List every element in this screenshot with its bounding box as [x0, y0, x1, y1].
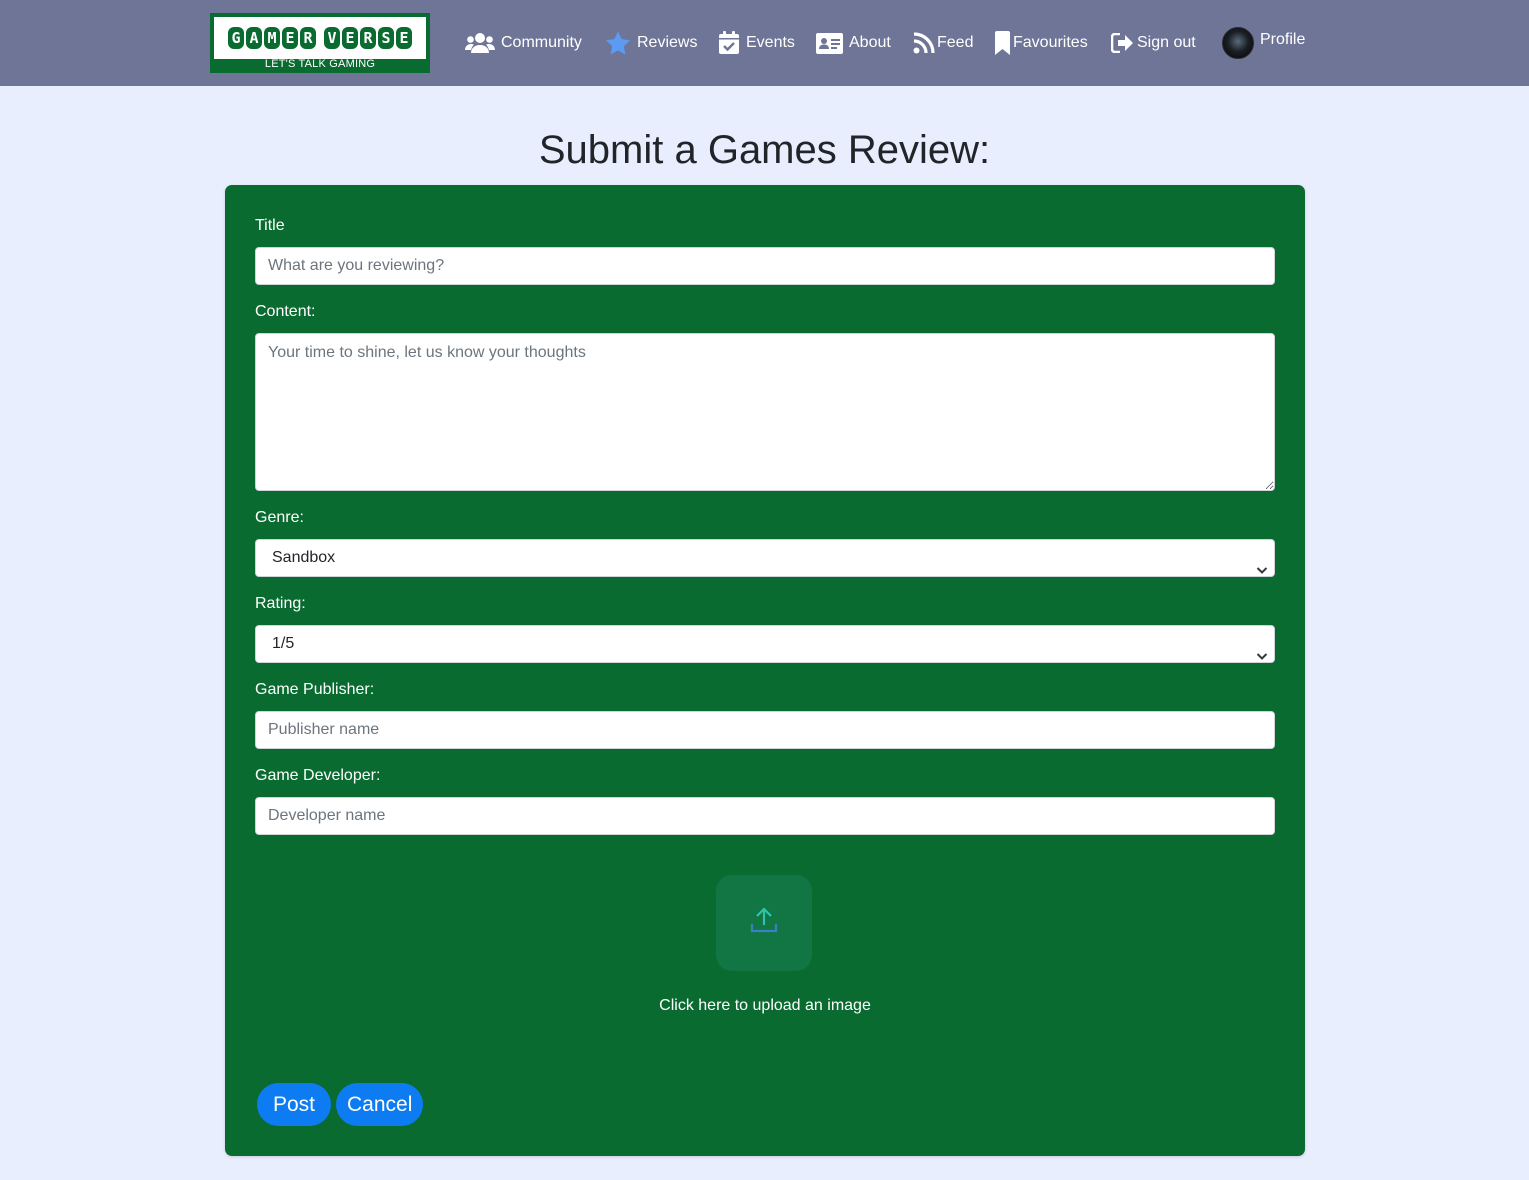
rating-label: Rating: — [255, 595, 306, 612]
review-form: Title Content: Genre: Sandbox Rating: 1/… — [225, 185, 1305, 1156]
nav-about-link[interactable]: About — [816, 28, 891, 58]
nav-favourites-label: Favourites — [1013, 34, 1088, 51]
logo-letter: E — [342, 27, 358, 49]
nav-favourites-link[interactable]: Favourites — [994, 28, 1088, 58]
logo-letter: M — [264, 27, 280, 49]
users-icon — [465, 32, 495, 54]
calendar-check-icon — [718, 31, 740, 55]
logo-letter: E — [396, 27, 412, 49]
logo-letter: S — [378, 27, 394, 49]
developer-input[interactable] — [255, 797, 1275, 835]
content-label: Content: — [255, 303, 316, 320]
chevron-down-icon — [1256, 639, 1268, 675]
nav-reviews-label: Reviews — [637, 34, 698, 51]
upload-icon — [749, 906, 779, 941]
genre-label: Genre: — [255, 509, 304, 526]
logo-letter: R — [360, 27, 376, 49]
star-icon — [605, 31, 631, 55]
nav-feed-link[interactable]: Feed — [913, 28, 973, 58]
logo-tagline: LET'S TALK GAMING — [264, 58, 376, 70]
page-title: Submit a Games Review: — [538, 128, 991, 172]
nav-community-label: Community — [501, 34, 582, 51]
upload-label[interactable]: Click here to upload an image — [225, 997, 1305, 1015]
logo-letter: E — [282, 27, 298, 49]
chevron-down-icon — [1256, 553, 1268, 589]
nav-reviews-link[interactable]: Reviews — [605, 28, 697, 58]
publisher-label: Game Publisher: — [255, 681, 375, 698]
upload-tile[interactable] — [716, 875, 812, 971]
post-button[interactable]: Post — [257, 1083, 332, 1126]
nav-profile-link[interactable]: Profile — [1222, 26, 1305, 60]
bookmark-icon — [994, 31, 1011, 55]
sign-out-icon — [1111, 33, 1134, 53]
logo-wordmark: G A M E R V E R S E — [214, 17, 426, 59]
genre-select[interactable]: Sandbox — [255, 539, 1275, 577]
developer-label: Game Developer: — [255, 767, 381, 784]
logo-letter: R — [300, 27, 316, 49]
logo-letter: V — [324, 27, 340, 49]
logo-letter: A — [246, 27, 262, 49]
publisher-input[interactable] — [255, 711, 1275, 749]
nav-feed-label: Feed — [937, 34, 974, 51]
logo-letter: G — [228, 27, 244, 49]
nav-events-link[interactable]: Events — [718, 28, 795, 58]
nav-events-label: Events — [746, 34, 795, 51]
image-upload-area[interactable]: Click here to upload an image — [225, 875, 1305, 1025]
cancel-button[interactable]: Cancel — [336, 1083, 424, 1126]
title-input[interactable] — [255, 247, 1275, 285]
gamerverse-logo[interactable]: G A M E R V E R S E LET'S TALK GAMING — [210, 13, 430, 73]
nav-sign-out-link[interactable]: Sign out — [1111, 28, 1196, 58]
nav-community-link[interactable]: Community — [465, 28, 582, 58]
nav-sign-out-label: Sign out — [1137, 34, 1196, 51]
nav-profile-label: Profile — [1260, 31, 1306, 48]
rating-selected-value: 1/5 — [272, 635, 295, 652]
navbar: G A M E R V E R S E LET'S TALK GAMING Co… — [0, 0, 1529, 86]
title-label: Title — [255, 217, 285, 234]
content-textarea[interactable] — [255, 333, 1275, 491]
genre-selected-value: Sandbox — [272, 549, 336, 566]
id-card-icon — [816, 32, 843, 54]
rating-select[interactable]: 1/5 — [255, 625, 1275, 663]
rss-icon — [913, 32, 935, 54]
nav-about-label: About — [849, 34, 891, 51]
avatar — [1222, 27, 1254, 59]
